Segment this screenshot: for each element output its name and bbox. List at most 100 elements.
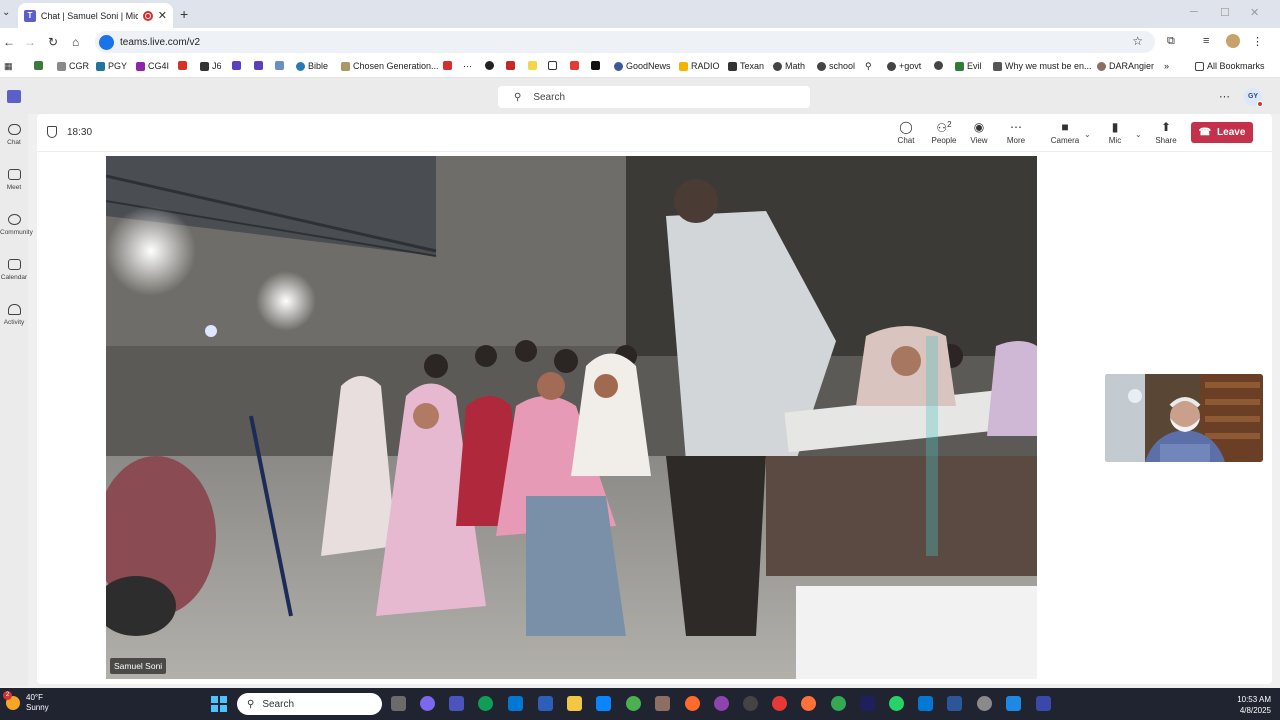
meeting-timer: 18:30 xyxy=(67,127,93,138)
bookmark-icon-5[interactable]: ⋯ xyxy=(463,61,472,72)
bookmark-chosen-generation[interactable]: Chosen Generation... xyxy=(341,61,439,71)
browser-app-icon[interactable] xyxy=(714,696,729,711)
bookmark-icon-6[interactable] xyxy=(485,61,494,70)
self-view-video[interactable] xyxy=(1105,374,1263,462)
camera-options-chevron-icon[interactable]: ⌄ xyxy=(1084,130,1091,139)
bookmark-darangier[interactable]: DARAngier xyxy=(1097,61,1154,71)
apps-grid-icon[interactable]: ▦ xyxy=(4,61,13,72)
app-icon-a[interactable] xyxy=(1006,696,1021,711)
taskbar-search-box[interactable]: ⚲ Search xyxy=(237,693,382,715)
home-button[interactable]: ⌂ xyxy=(72,35,79,49)
bookmark-cgr[interactable]: CGR xyxy=(57,61,89,71)
mic-button[interactable]: ▮ Mic xyxy=(1107,120,1123,145)
system-clock[interactable]: 10:53 AM 4/8/2025 xyxy=(1215,694,1271,716)
leave-button[interactable]: ☎ Leave xyxy=(1191,122,1253,143)
edge-icon[interactable] xyxy=(478,696,493,711)
firefox-icon[interactable] xyxy=(801,696,816,711)
rail-item-chat[interactable]: Chat xyxy=(0,124,28,146)
bookmark-pgy[interactable]: PGY xyxy=(96,61,127,71)
address-bar[interactable]: teams.live.com/v2 ☆ xyxy=(95,31,1155,53)
bookmark-math[interactable]: Math xyxy=(773,61,805,71)
site-info-icon[interactable] xyxy=(99,34,114,50)
new-tab-button[interactable]: + xyxy=(180,6,188,22)
maximize-button[interactable]: ☐ xyxy=(1220,6,1230,19)
bookmark-evil[interactable]: Evil xyxy=(955,61,982,71)
bookmark-icon-3[interactable] xyxy=(275,61,284,70)
bookmark-icon-8[interactable] xyxy=(528,61,537,70)
weather-temperature: 40°F xyxy=(26,693,43,702)
bookmark-icon-1[interactable] xyxy=(232,61,241,70)
store-icon[interactable] xyxy=(596,696,611,711)
github-icon[interactable] xyxy=(743,696,758,711)
bookmark-flag-icon[interactable] xyxy=(34,61,43,70)
forward-button[interactable]: → xyxy=(24,35,36,49)
app-icon-b[interactable] xyxy=(1036,696,1051,711)
browser-profile-avatar[interactable] xyxy=(1226,34,1240,48)
share-button[interactable]: ⬆ Share xyxy=(1155,120,1177,145)
outlook-icon[interactable] xyxy=(508,696,523,711)
calendar-app-icon[interactable] xyxy=(538,696,553,711)
rail-item-activity[interactable]: Activity xyxy=(0,304,28,326)
teams-taskbar-icon[interactable] xyxy=(449,696,464,711)
bookmark-icon-7[interactable] xyxy=(506,61,515,70)
people-button[interactable]: ⚇2 People xyxy=(929,120,959,145)
view-button[interactable]: ◉ View xyxy=(968,120,990,145)
share-icon: ⬆ xyxy=(1160,120,1172,134)
outlook-classic-icon[interactable] xyxy=(918,696,933,711)
brave-icon[interactable] xyxy=(685,696,700,711)
bookmark-govt[interactable]: +govt xyxy=(887,61,921,71)
tab-close-icon[interactable]: ✕ xyxy=(158,9,167,22)
bookmark-radio[interactable]: RADIO xyxy=(679,61,720,71)
network-app-icon[interactable] xyxy=(626,696,641,711)
chrome-icon[interactable] xyxy=(831,696,846,711)
bookmark-icon-4[interactable] xyxy=(443,61,452,70)
browser-menu-icon[interactable]: ⋮ xyxy=(1252,35,1263,48)
bookmark-gmail[interactable] xyxy=(178,61,187,70)
bookmark-j6[interactable]: J6 xyxy=(200,61,222,71)
rail-item-community[interactable]: Community xyxy=(0,214,33,236)
browser-tab-teams[interactable]: T Chat | Samuel Soni | Microsoft Teams ✕ xyxy=(18,3,173,28)
bookmark-icon-9[interactable] xyxy=(570,61,579,70)
word-icon[interactable] xyxy=(947,696,962,711)
calendar-icon xyxy=(7,259,21,270)
bookmark-search-icon[interactable]: ⚲ xyxy=(865,61,872,72)
bookmark-wsj[interactable] xyxy=(548,61,557,70)
copilot-icon[interactable] xyxy=(420,696,435,711)
reload-button[interactable]: ↻ xyxy=(48,35,58,49)
archive-app-icon[interactable] xyxy=(655,696,670,711)
bookmark-icon-10[interactable] xyxy=(591,61,600,70)
media-controls-icon[interactable]: ≡ xyxy=(1203,35,1209,47)
audition-icon[interactable] xyxy=(860,696,875,711)
back-button[interactable]: ← xyxy=(3,35,15,49)
rail-item-calendar[interactable]: Calendar xyxy=(0,259,28,281)
bookmark-why-we-must[interactable]: Why we must be en... xyxy=(993,61,1092,71)
bookmark-texan[interactable]: Texan xyxy=(728,61,764,71)
bookmark-icon-2[interactable] xyxy=(254,61,263,70)
recorder-icon[interactable] xyxy=(772,696,787,711)
mic-options-chevron-icon[interactable]: ⌄ xyxy=(1135,130,1142,139)
settings-gear-icon[interactable] xyxy=(977,696,992,711)
file-explorer-icon[interactable] xyxy=(567,696,582,711)
bookmark-star-icon[interactable]: ☆ xyxy=(1132,34,1143,48)
rail-item-meet[interactable]: Meet xyxy=(0,169,28,191)
extensions-icon[interactable]: ⧉ xyxy=(1167,35,1175,48)
window-close-button[interactable]: ✕ xyxy=(1250,6,1259,19)
bookmark-school[interactable]: school xyxy=(817,61,855,71)
bookmark-goodnews[interactable]: GoodNews xyxy=(614,61,671,71)
bookmarks-overflow-icon[interactable]: » xyxy=(1164,61,1169,71)
task-view-icon[interactable] xyxy=(391,696,406,711)
minimize-button[interactable]: ─ xyxy=(1190,6,1198,18)
more-button[interactable]: ⋯ More xyxy=(1004,120,1028,145)
bookmark-icon-11[interactable] xyxy=(934,61,943,70)
settings-more-icon[interactable]: ⋯ xyxy=(1219,90,1230,103)
weather-widget[interactable]: 2 40°F Sunny xyxy=(3,691,49,713)
tab-search-chevron-icon[interactable]: ⌄ xyxy=(2,7,14,21)
teams-search-input[interactable]: ⚲ Search xyxy=(498,86,810,108)
all-bookmarks-folder[interactable]: All Bookmarks xyxy=(1195,61,1265,71)
windows-start-icon[interactable] xyxy=(211,696,227,712)
bookmark-cg4i[interactable]: CG4I xyxy=(136,61,169,71)
chat-button[interactable]: ◯ Chat xyxy=(895,120,917,145)
whatsapp-icon[interactable] xyxy=(889,696,904,711)
camera-button[interactable]: ■ Camera xyxy=(1050,120,1080,145)
bookmark-bible[interactable]: Bible xyxy=(296,61,328,71)
